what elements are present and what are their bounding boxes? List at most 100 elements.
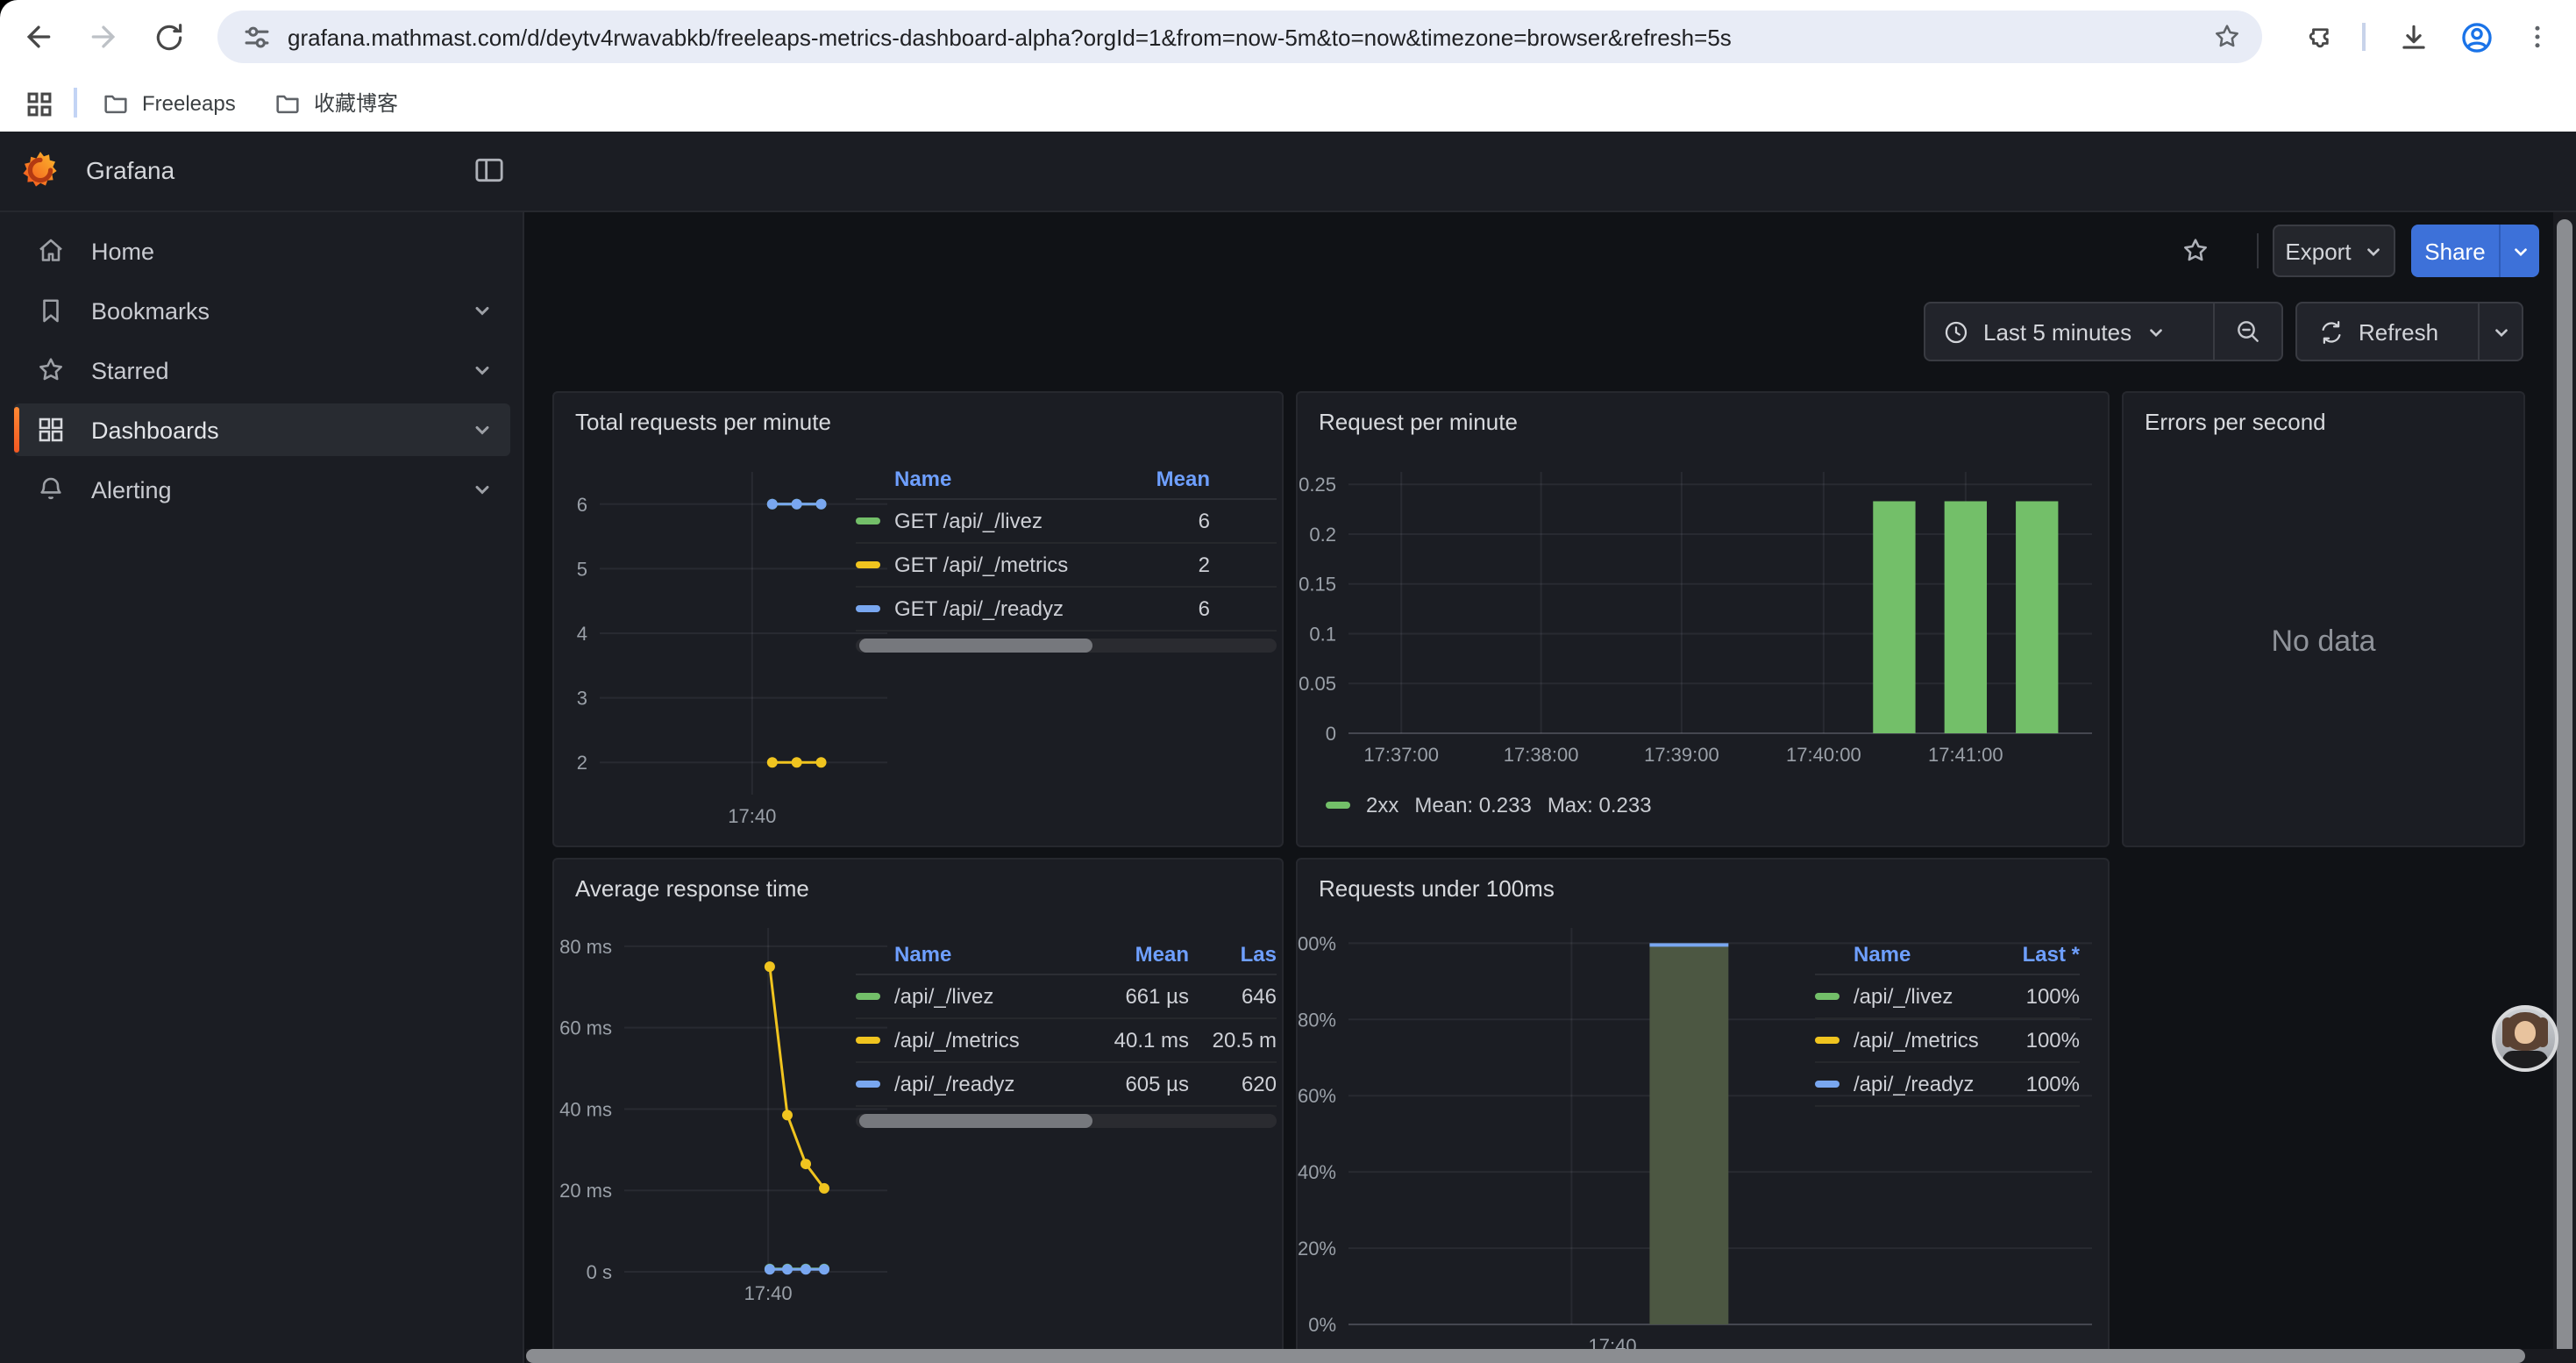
profile-icon[interactable] xyxy=(2455,16,2497,58)
sidebar-item-starred[interactable]: Starred xyxy=(14,344,510,396)
reload-icon[interactable] xyxy=(147,16,189,58)
sidebar-item-label: Dashboards xyxy=(91,417,219,443)
apps-grid-icon[interactable] xyxy=(18,82,60,125)
sidebar-item-label: Bookmarks xyxy=(91,297,210,324)
series-swatch xyxy=(1815,1037,1839,1044)
svg-text:17:41:00: 17:41:00 xyxy=(1928,744,2003,766)
sidebar-toggle-icon[interactable] xyxy=(472,153,507,188)
legend-row[interactable]: /api/_/readyz 605 µs 620 xyxy=(856,1063,1277,1107)
legend-table: Name Last * /api/_/livez 100% /api/_/met… xyxy=(1815,935,2080,1107)
refresh-interval-dropdown[interactable] xyxy=(2480,322,2522,341)
legend-row[interactable]: /api/_/metrics 100% xyxy=(1815,1019,2080,1063)
chevron-down-icon[interactable] xyxy=(472,479,493,500)
back-icon[interactable] xyxy=(18,16,60,58)
page-vertical-scrollbar[interactable] xyxy=(2553,212,2576,1363)
floating-assistant-avatar[interactable] xyxy=(2492,1005,2558,1072)
share-button[interactable]: Share xyxy=(2411,225,2499,277)
forward-icon[interactable] xyxy=(82,16,125,58)
legend-inline[interactable]: 2xx Mean: 0.233 Max: 0.233 xyxy=(1326,793,1652,817)
bookmark-star-icon[interactable] xyxy=(2206,16,2248,58)
svg-text:2: 2 xyxy=(577,752,587,774)
legend-scrollbar[interactable] xyxy=(856,639,1277,653)
svg-text:20 ms: 20 ms xyxy=(559,1180,612,1202)
svg-text:0: 0 xyxy=(1326,723,1336,745)
screen: grafana.mathmast.com/d/deytv4rwavabkb/fr… xyxy=(0,0,2576,1363)
favorite-star-icon[interactable] xyxy=(2180,235,2211,267)
legend-row[interactable]: GET /api/_/metrics 2 xyxy=(856,544,1277,588)
share-split-button: Share xyxy=(2411,225,2539,277)
sidebar-item-label: Home xyxy=(91,238,154,264)
legend-row[interactable]: /api/_/livez 661 µs 646 xyxy=(856,975,1277,1019)
svg-text:40%: 40% xyxy=(1298,1161,1336,1183)
series-swatch xyxy=(856,517,880,525)
svg-text:0.15: 0.15 xyxy=(1299,574,1336,596)
legend-header: Name Last * xyxy=(1815,935,2080,975)
chevron-down-icon[interactable] xyxy=(472,300,493,321)
svg-text:60 ms: 60 ms xyxy=(559,1017,612,1039)
series-swatch xyxy=(1815,1081,1839,1088)
url-bar[interactable]: grafana.mathmast.com/d/deytv4rwavabkb/fr… xyxy=(217,11,2262,63)
bookmark-folder-blogs[interactable]: 收藏博客 xyxy=(274,82,398,123)
toolbar-divider xyxy=(2362,23,2366,51)
menu-kebab-icon[interactable] xyxy=(2516,16,2558,58)
svg-text:17:40:00: 17:40:00 xyxy=(1786,744,1861,766)
panel-title[interactable]: Errors per second xyxy=(2145,409,2326,435)
chevron-down-icon[interactable] xyxy=(472,360,493,381)
chevron-down-icon[interactable] xyxy=(472,419,493,440)
sidebar-item-label: Starred xyxy=(91,357,169,383)
legend-row[interactable]: /api/_/livez 100% xyxy=(1815,975,2080,1019)
extensions-icon[interactable] xyxy=(2299,16,2341,58)
svg-text:100%: 100% xyxy=(1298,932,1336,954)
panel-request-per-minute: Request per minute 00.050.10.150.20.2517… xyxy=(1296,391,2110,847)
grafana-logo[interactable] xyxy=(19,149,61,191)
refresh-icon xyxy=(2318,318,2345,345)
sidebar-item-label: Alerting xyxy=(91,476,172,503)
zoom-out-button[interactable] xyxy=(2215,318,2281,346)
legend-row[interactable]: /api/_/readyz 100% xyxy=(1815,1063,2080,1107)
sidebar-item-home[interactable]: Home xyxy=(14,225,510,277)
panel-average-response-time: Average response time 0 s20 ms40 ms60 ms… xyxy=(552,858,1284,1363)
svg-text:20%: 20% xyxy=(1298,1238,1336,1260)
bookmarks-bar: Freeleaps 收藏博客 xyxy=(0,74,2576,133)
page-horizontal-scrollbar[interactable] xyxy=(526,1349,2576,1363)
time-range-picker[interactable]: Last 5 minutes xyxy=(1925,318,2213,345)
sidebar: Home Bookmarks Starred Dashboards Alerti… xyxy=(0,212,524,1363)
series-swatch xyxy=(856,1081,880,1088)
panel-requests-under-100ms: Requests under 100ms 0%20%40%60%80%100%1… xyxy=(1296,858,2110,1363)
bookmark-icon xyxy=(35,295,67,326)
panel-errors-per-second: Errors per second No data xyxy=(2122,391,2525,847)
bookmark-label: 收藏博客 xyxy=(314,88,398,118)
legend-row[interactable]: GET /api/_/readyz 6 xyxy=(856,588,1277,632)
legend-table: Name Mean Las /api/_/livez 661 µs 646 /a… xyxy=(856,935,1277,1128)
svg-text:17:40: 17:40 xyxy=(728,805,776,827)
svg-text:4: 4 xyxy=(577,623,587,645)
url-text[interactable]: grafana.mathmast.com/d/deytv4rwavabkb/fr… xyxy=(288,24,2192,50)
legend-scrollbar[interactable] xyxy=(856,1114,1277,1128)
series-swatch xyxy=(1815,993,1839,1000)
svg-text:17:38:00: 17:38:00 xyxy=(1504,744,1579,766)
export-button[interactable]: Export xyxy=(2273,225,2395,277)
chevron-down-icon xyxy=(2510,241,2530,260)
svg-text:17:37:00: 17:37:00 xyxy=(1363,744,1439,766)
apps-icon xyxy=(35,414,67,446)
svg-text:0%: 0% xyxy=(1308,1314,1336,1336)
sidebar-item-dashboards[interactable]: Dashboards xyxy=(14,403,510,456)
chevron-down-icon xyxy=(2145,322,2165,341)
download-icon[interactable] xyxy=(2392,16,2434,58)
share-dropdown-button[interactable] xyxy=(2501,225,2539,277)
svg-text:17:40: 17:40 xyxy=(744,1282,793,1304)
panel-total-requests: Total requests per minute 2345617:40 Nam… xyxy=(552,391,1284,847)
svg-text:0.05: 0.05 xyxy=(1299,673,1336,695)
sidebar-item-alerting[interactable]: Alerting xyxy=(14,463,510,516)
time-range-group: Last 5 minutes xyxy=(1924,302,2283,361)
legend-row[interactable]: /api/_/metrics 40.1 ms 20.5 m xyxy=(856,1019,1277,1063)
sidebar-item-bookmarks[interactable]: Bookmarks xyxy=(14,284,510,337)
chevron-down-icon xyxy=(2364,241,2383,260)
refresh-button[interactable]: Refresh xyxy=(2297,318,2478,345)
svg-text:40 ms: 40 ms xyxy=(559,1098,612,1120)
folder-icon xyxy=(102,89,130,117)
bookmark-folder-freeleaps[interactable]: Freeleaps xyxy=(102,82,236,123)
legend-row[interactable]: GET /api/_/livez 6 xyxy=(856,500,1277,544)
site-settings-icon[interactable] xyxy=(235,16,277,58)
svg-text:0.1: 0.1 xyxy=(1309,623,1336,645)
